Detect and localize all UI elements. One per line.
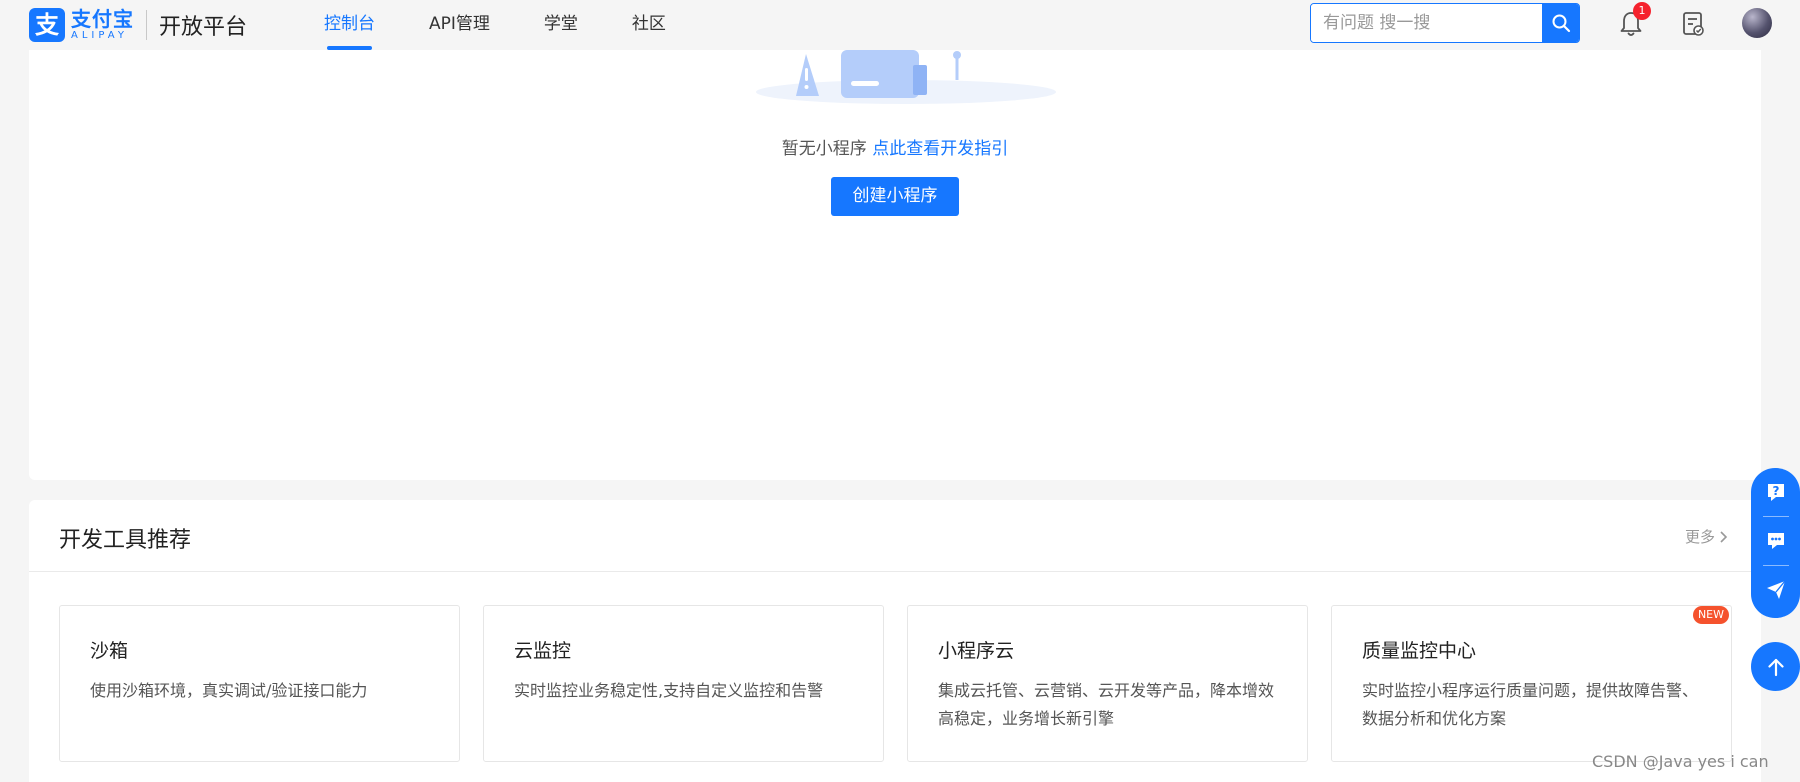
empty-state-message: 暂无小程序 点此查看开发指引 bbox=[29, 134, 1761, 159]
logo-cn-text: 支付宝 bbox=[71, 7, 134, 31]
doc-check-icon[interactable] bbox=[1680, 10, 1706, 38]
tool-description: 集成云托管、云营销、云开发等产品，降本增效高稳定，业务增长新引擎 bbox=[938, 681, 1275, 728]
more-label: 更多 bbox=[1684, 528, 1715, 546]
more-link[interactable]: 更多 bbox=[1685, 526, 1729, 547]
nav-item-api-management[interactable]: API管理 bbox=[429, 0, 490, 50]
help-button[interactable]: ? bbox=[1751, 468, 1800, 516]
search-input[interactable] bbox=[1311, 4, 1542, 42]
search-icon bbox=[1552, 14, 1570, 33]
alipay-logo-mark: 支 bbox=[29, 8, 65, 42]
user-avatar[interactable] bbox=[1742, 8, 1772, 38]
help-icon: ? bbox=[1767, 484, 1784, 501]
empty-state-illustration bbox=[756, 50, 1056, 104]
main-nav: 控制台 API管理 学堂 社区 bbox=[324, 0, 720, 50]
nav-item-academy[interactable]: 学堂 bbox=[544, 0, 578, 50]
search-button[interactable] bbox=[1542, 4, 1579, 42]
platform-name: 开放平台 bbox=[159, 15, 248, 40]
tool-name: 小程序云 bbox=[938, 640, 1015, 662]
feedback-button[interactable] bbox=[1751, 566, 1800, 614]
tool-card-cloud-monitor[interactable]: 云监控 实时监控业务稳定性,支持自定义监控和告警 bbox=[483, 605, 884, 762]
top-navbar: 支 支付宝 ALIPAY 开放平台 控制台 API管理 学堂 社区 1 bbox=[0, 0, 1800, 50]
tool-name: 云监控 bbox=[514, 640, 572, 662]
floating-help-bar: ? bbox=[1751, 468, 1800, 618]
tool-card-sandbox[interactable]: 沙箱 使用沙箱环境，真实调试/验证接口能力 bbox=[59, 605, 460, 762]
tool-description: 实时监控小程序运行质量问题，提供故障告警、数据分析和优化方案 bbox=[1362, 681, 1699, 728]
notification-badge: 1 bbox=[1633, 2, 1651, 20]
mini-program-panel: 暂无小程序 点此查看开发指引 创建小程序 bbox=[29, 50, 1761, 480]
nav-item-community[interactable]: 社区 bbox=[632, 0, 666, 50]
feedback-icon bbox=[1766, 580, 1786, 599]
empty-state-text: 暂无小程序 bbox=[781, 139, 867, 159]
chat-icon bbox=[1767, 533, 1784, 549]
alipay-logo[interactable]: 支 支付宝 ALIPAY 开放平台 bbox=[29, 8, 247, 42]
tool-name: 质量监控中心 bbox=[1362, 640, 1477, 662]
dev-tools-section: 开发工具推荐 更多 沙箱 使用沙箱环境，真实调试/验证接口能力 云监控 实时监控… bbox=[29, 500, 1761, 782]
logo-en-text: ALIPAY bbox=[71, 30, 128, 41]
tool-description: 使用沙箱环境，真实调试/验证接口能力 bbox=[90, 681, 368, 700]
back-to-top-button[interactable] bbox=[1751, 642, 1800, 691]
tool-name: 沙箱 bbox=[90, 640, 129, 662]
svg-text:?: ? bbox=[1772, 484, 1779, 498]
tool-card-mini-program-cloud[interactable]: 小程序云 集成云托管、云营销、云开发等产品，降本增效高稳定，业务增长新引擎 bbox=[907, 605, 1308, 762]
new-badge: NEW bbox=[1692, 606, 1729, 624]
section-title: 开发工具推荐 bbox=[59, 528, 192, 553]
chevron-right-icon bbox=[1720, 530, 1728, 543]
section-header: 开发工具推荐 更多 bbox=[29, 500, 1761, 572]
alipay-logo-wordmark: 支付宝 ALIPAY bbox=[71, 8, 134, 42]
logo-divider bbox=[146, 10, 147, 40]
dev-guide-link[interactable]: 点此查看开发指引 bbox=[872, 139, 1008, 159]
search-box bbox=[1310, 3, 1580, 43]
tool-card-quality-monitor[interactable]: NEW 质量监控中心 实时监控小程序运行质量问题，提供故障告警、数据分析和优化方… bbox=[1331, 605, 1732, 762]
csdn-watermark: CSDN @Java yes i can bbox=[1592, 752, 1769, 771]
arrow-up-icon bbox=[1767, 658, 1784, 676]
nav-item-console[interactable]: 控制台 bbox=[324, 0, 375, 50]
create-mini-program-button[interactable]: 创建小程序 bbox=[831, 177, 959, 216]
tool-description: 实时监控业务稳定性,支持自定义监控和告警 bbox=[514, 681, 824, 700]
tool-card-list: 沙箱 使用沙箱环境，真实调试/验证接口能力 云监控 实时监控业务稳定性,支持自定… bbox=[59, 605, 1732, 762]
chat-button[interactable] bbox=[1751, 517, 1800, 565]
